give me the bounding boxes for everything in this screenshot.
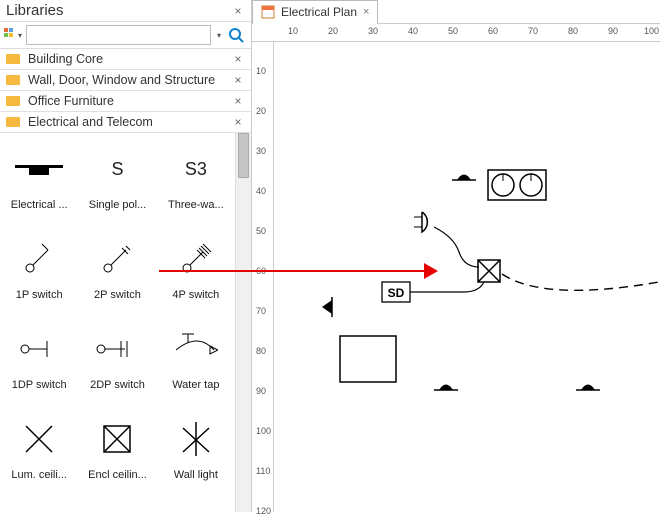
wire[interactable] [409,282,484,292]
folder-icon [6,94,22,108]
category-electrical-telecom[interactable]: Electrical and Telecom × [0,112,251,133]
search-row: ▾ ▾ [0,22,251,49]
libraries-sidebar: Libraries × ▾ ▾ Building Core × Wall, Do… [0,0,252,512]
canvas-area: Electrical Plan × 1020 3040 5060 7080 90… [252,0,660,512]
shape-three-way[interactable]: S3 Three-wa... [157,139,235,229]
shape-electrical[interactable]: Electrical ... [0,139,78,229]
shape-1dp-switch[interactable]: 1DP switch [0,319,78,409]
symbol-fan[interactable] [452,175,476,181]
category-building-core[interactable]: Building Core × [0,49,251,70]
category-label: Building Core [28,52,231,66]
ruler-horizontal: 1020 3040 5060 7080 90100 [252,24,660,42]
shape-2p-switch[interactable]: 2P switch [78,229,156,319]
wire[interactable] [434,227,479,267]
folder-icon [6,52,22,66]
chevron-down-icon[interactable]: ▾ [217,31,221,40]
shape-encl-ceiling[interactable]: Encl ceilin... [78,409,156,499]
scrollbar[interactable] [235,133,251,512]
sidebar-title: Libraries [6,2,231,19]
search-icon[interactable] [225,25,247,45]
chevron-down-icon: ▾ [18,31,22,40]
wire-dashed[interactable] [502,274,659,290]
shape-single-pole[interactable]: S Single pol... [78,139,156,229]
category-label: Electrical and Telecom [28,115,231,129]
symbol-sd[interactable]: SD [382,282,410,302]
sidebar-header: Libraries × [0,0,251,22]
folder-icon [6,115,22,129]
ruler-vertical: 1020 3040 5060 7080 90100 110120 [252,42,274,512]
shapes-area: Electrical ... S Single pol... S3 Three-… [0,133,251,512]
symbol-plug[interactable] [414,212,427,232]
tab-electrical-plan[interactable]: Electrical Plan × [252,0,378,24]
shapes-grid: Electrical ... S Single pol... S3 Three-… [0,133,235,512]
scrollbar-thumb[interactable] [238,133,249,178]
category-label: Wall, Door, Window and Structure [28,73,231,87]
close-icon[interactable]: × [231,4,245,18]
folder-icon [6,73,22,87]
canvas-svg: SD [274,42,660,512]
shape-4p-switch[interactable]: 4P switch [157,229,235,319]
document-icon [261,5,275,19]
symbol-fan[interactable] [434,385,458,391]
symbol-encl-ceiling[interactable] [478,260,500,282]
close-icon[interactable]: × [231,115,245,129]
close-icon[interactable]: × [231,94,245,108]
shape-2dp-switch[interactable]: 2DP switch [78,319,156,409]
shape-lum-ceiling[interactable]: Lum. ceili... [0,409,78,499]
canvas-body: 1020 3040 5060 7080 90100 110120 [252,42,660,512]
shape-water-tap[interactable]: Water tap [157,319,235,409]
symbol-rect[interactable] [340,336,396,382]
symbol-speaker[interactable] [322,297,332,317]
svg-text:SD: SD [388,286,405,300]
symbol-socket-double[interactable] [488,170,546,200]
drawing-canvas[interactable]: SD [274,42,660,512]
shape-1p-switch[interactable]: 1P switch [0,229,78,319]
category-office-furniture[interactable]: Office Furniture × [0,91,251,112]
close-icon[interactable]: × [363,6,369,18]
category-label: Office Furniture [28,94,231,108]
symbol-fan[interactable] [576,385,600,391]
close-icon[interactable]: × [231,52,245,66]
tab-bar: Electrical Plan × [252,0,660,24]
close-icon[interactable]: × [231,73,245,87]
tab-label: Electrical Plan [281,5,357,19]
palette-icon[interactable]: ▾ [4,27,22,43]
shape-wall-light[interactable]: Wall light [157,409,235,499]
category-wall-door-window[interactable]: Wall, Door, Window and Structure × [0,70,251,91]
search-input[interactable] [26,25,211,45]
